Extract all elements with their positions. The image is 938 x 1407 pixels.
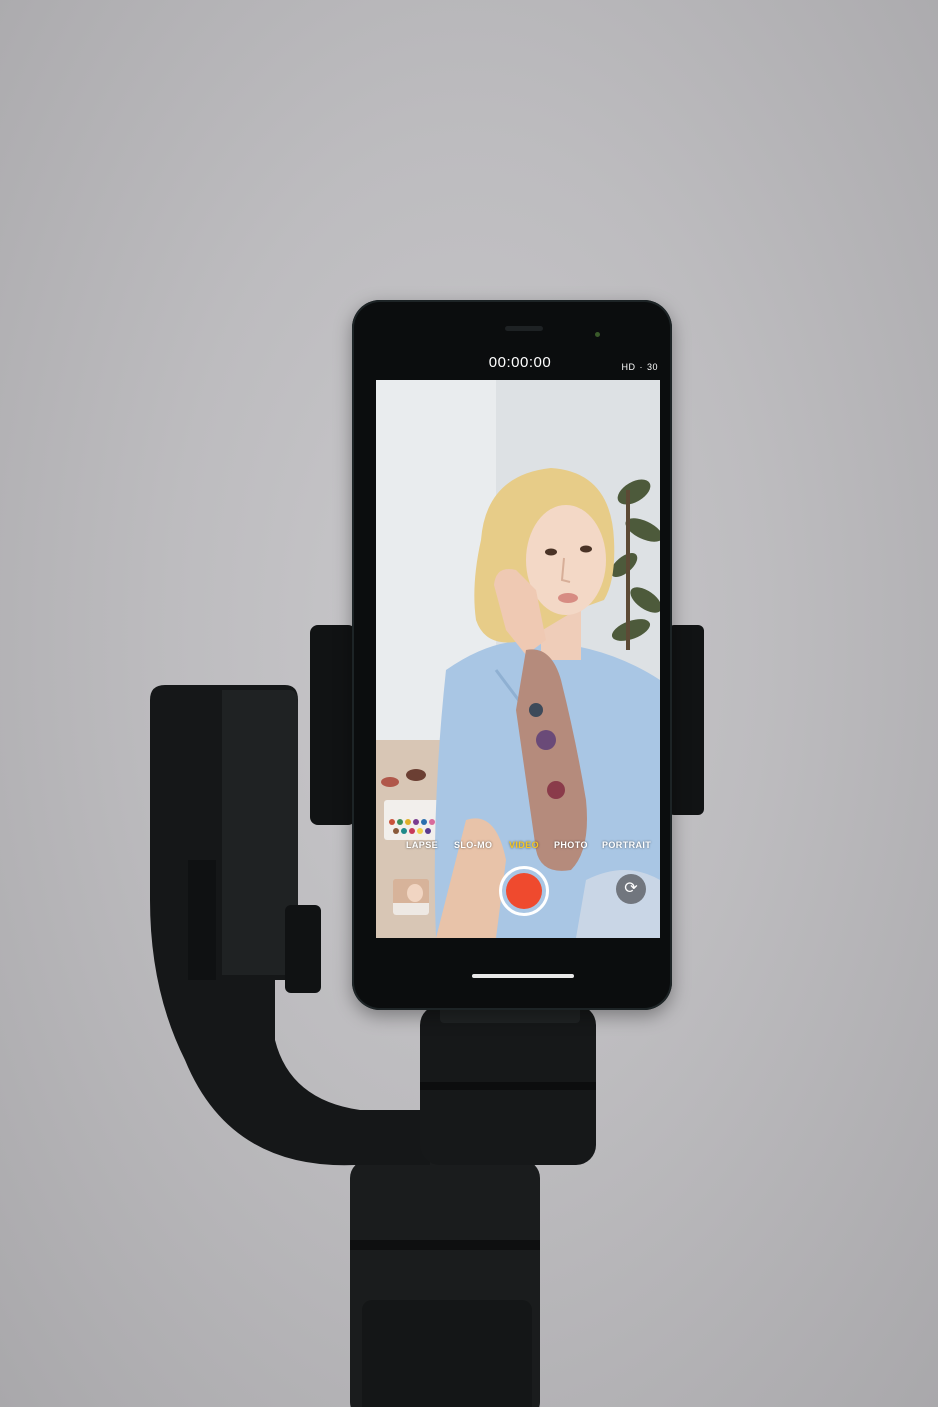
camera-mode-selector[interactable]: LAPSE SLO-MO VIDEO PHOTO PORTRAIT [376,836,660,856]
record-button-dot [506,873,542,909]
mode-portrait[interactable]: PORTRAIT [602,840,651,850]
home-indicator[interactable] [472,974,574,978]
recording-timer: 00:00:00 [488,354,552,371]
gimbal-knob [285,905,321,993]
mode-slo-mo[interactable]: SLO-MO [454,840,492,850]
phone-speaker [505,326,543,331]
video-format[interactable]: HD · 30 [600,362,660,372]
phone-clamp-left [310,625,356,825]
format-separator: · [639,362,643,372]
frame-rate-label[interactable]: 30 [647,362,658,372]
mode-lapse[interactable]: LAPSE [406,840,438,850]
front-camera-icon [595,332,600,337]
mode-video[interactable]: VIDEO [509,840,539,850]
mode-photo[interactable]: PHOTO [554,840,588,850]
camera-flip-icon[interactable]: ⟳ [616,874,646,904]
last-photo-thumbnail[interactable] [393,879,429,915]
record-button[interactable] [499,866,549,916]
resolution-label[interactable]: HD [621,362,635,372]
thumbnail-image [393,879,429,915]
phone-clamp-right [668,625,704,815]
